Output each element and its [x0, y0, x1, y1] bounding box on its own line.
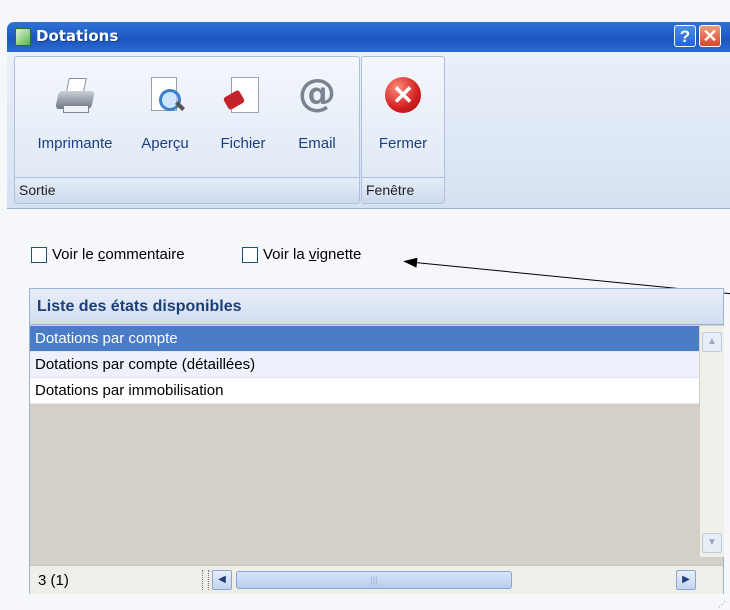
- show-comment-checkbox[interactable]: [31, 247, 47, 263]
- email-label: Email: [298, 135, 336, 152]
- scroll-down-icon[interactable]: ▼: [702, 533, 722, 553]
- report-list-header: Liste des états disponibles: [30, 289, 723, 325]
- annotation-arrow-head: [402, 256, 418, 268]
- splitter-grip-icon[interactable]: [202, 570, 209, 590]
- help-button[interactable]: ?: [674, 25, 696, 47]
- preview-icon: [145, 75, 185, 115]
- horizontal-scroll-thumb[interactable]: |||: [236, 571, 512, 589]
- scroll-up-icon[interactable]: ▲: [702, 332, 722, 352]
- vertical-scrollbar[interactable]: ▲ ▼: [699, 326, 724, 557]
- fermer-button[interactable]: ✕ Fermer: [370, 75, 436, 152]
- fichier-label: Fichier: [220, 135, 266, 152]
- apercu-button[interactable]: Aperçu: [133, 75, 197, 152]
- dotations-window: Dotations ? ✕ Imprimante Aperçu Fichier …: [0, 0, 730, 610]
- close-circle-icon: ✕: [383, 75, 423, 115]
- report-list-item[interactable]: Dotations par compte (détaillées): [30, 352, 699, 378]
- resize-grip-icon[interactable]: ⋰: [718, 600, 726, 609]
- scroll-left-icon[interactable]: ◀: [212, 570, 232, 590]
- printer-icon: [55, 75, 95, 115]
- report-list-rows: Dotations par compte Dotations par compt…: [30, 326, 699, 404]
- group-caption-fenetre: Fenêtre: [362, 177, 444, 203]
- title-bar[interactable]: Dotations ? ✕: [7, 22, 730, 52]
- scroll-right-icon[interactable]: ▶: [676, 570, 696, 590]
- report-list-item[interactable]: Dotations par compte: [30, 326, 699, 352]
- group-caption-sortie: Sortie: [15, 177, 359, 203]
- email-button[interactable]: @ Email: [287, 71, 347, 152]
- ribbon-group-sortie: Imprimante Aperçu Fichier @ Email Sortie: [14, 56, 360, 204]
- file-export-icon: [222, 75, 263, 115]
- report-list-panel: Liste des états disponibles Dotations pa…: [29, 288, 724, 594]
- fermer-label: Fermer: [378, 135, 428, 152]
- imprimante-label: Imprimante: [37, 135, 113, 152]
- email-at-icon: @: [298, 71, 336, 115]
- show-comment-label[interactable]: Voir le commentaire: [52, 246, 185, 263]
- imprimante-button[interactable]: Imprimante: [25, 75, 125, 152]
- ribbon-toolbar: Imprimante Aperçu Fichier @ Email Sortie…: [7, 52, 730, 209]
- list-status-bar: 3 (1) ◀ ||| ▶: [30, 565, 723, 594]
- window-close-button[interactable]: ✕: [699, 25, 721, 47]
- fichier-button[interactable]: Fichier: [211, 75, 275, 152]
- show-thumbnail-checkbox[interactable]: [242, 247, 258, 263]
- window-title: Dotations: [36, 27, 119, 45]
- apercu-label: Aperçu: [141, 135, 189, 152]
- report-list-item[interactable]: Dotations par immobilisation: [30, 378, 699, 404]
- ribbon-group-fenetre: ✕ Fermer Fenêtre: [361, 56, 445, 204]
- item-count: 3 (1): [38, 572, 69, 589]
- app-document-icon: [15, 28, 31, 46]
- show-thumbnail-label[interactable]: Voir la vignette: [263, 246, 361, 263]
